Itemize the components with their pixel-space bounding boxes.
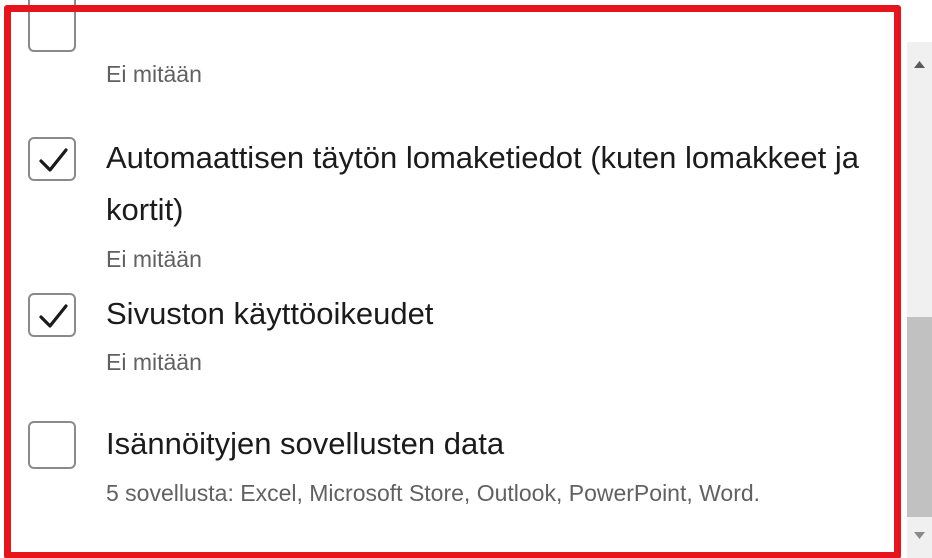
vertical-scrollbar[interactable] [907,42,932,558]
scroll-up-arrow-icon[interactable] [907,54,932,74]
clear-data-list: Ei mitään Automaattisen täytön lomaketie… [0,0,932,558]
scrollbar-thumb[interactable] [907,317,932,517]
highlight-frame [4,5,901,558]
scroll-down-arrow-icon[interactable] [907,526,932,546]
